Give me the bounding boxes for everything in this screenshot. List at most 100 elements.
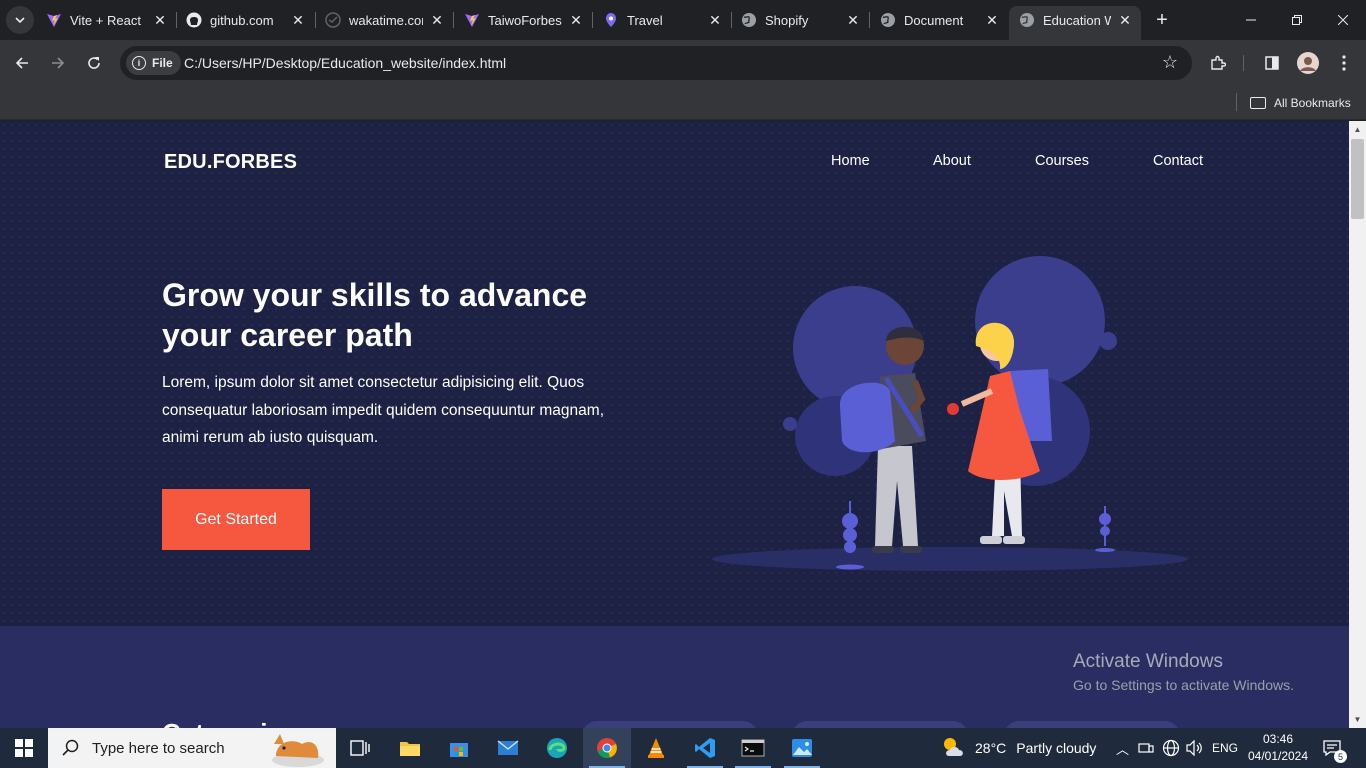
- restore-button[interactable]: [1274, 0, 1320, 40]
- tab-github[interactable]: github.com ✕: [186, 6, 306, 34]
- fox-search-highlight-icon: [272, 734, 324, 767]
- side-panel-button[interactable]: [1258, 49, 1286, 77]
- scrollbar-thumb[interactable]: [1351, 139, 1364, 219]
- address-bar[interactable]: i File C:/Users/HP/Desktop/Education_web…: [120, 46, 1192, 80]
- forward-button[interactable]: [44, 49, 72, 77]
- vite-icon: [46, 12, 62, 28]
- mail-icon: [497, 740, 519, 755]
- get-started-button[interactable]: Get Started: [162, 489, 310, 550]
- close-icon[interactable]: ✕: [1117, 12, 1133, 28]
- extensions-button[interactable]: [1204, 49, 1232, 77]
- chevron-down-icon: [15, 17, 25, 23]
- task-view-icon: [350, 740, 370, 756]
- tab-education-website[interactable]: Education W ✕: [1009, 6, 1141, 40]
- all-bookmarks-button[interactable]: All Bookmarks: [1250, 92, 1351, 114]
- profile-avatar[interactable]: [1294, 49, 1322, 77]
- avatar-icon: [1297, 52, 1319, 74]
- more-vertical-icon: [1342, 55, 1346, 71]
- students-illustration: [712, 256, 1188, 571]
- side-panel-icon: [1265, 56, 1279, 70]
- close-icon[interactable]: ✕: [984, 12, 1000, 28]
- weather-temp: 28°C: [975, 740, 1007, 756]
- section-heading: Categories: [162, 718, 296, 728]
- back-button[interactable]: [8, 49, 36, 77]
- site-info-chip[interactable]: i File: [126, 51, 181, 75]
- close-icon[interactable]: ✕: [568, 12, 584, 28]
- chrome-app[interactable]: [583, 728, 631, 768]
- close-icon[interactable]: ✕: [429, 12, 445, 28]
- tab-document[interactable]: Document ✕: [880, 6, 1000, 34]
- minimize-icon: [1246, 19, 1256, 21]
- terminal-icon: [741, 739, 765, 757]
- close-icon: [1338, 15, 1348, 25]
- bookmark-star-icon[interactable]: ☆: [1162, 52, 1178, 73]
- photos-icon: [792, 739, 812, 757]
- folder-icon: [1250, 97, 1266, 109]
- notifications-button[interactable]: 5: [1322, 728, 1347, 768]
- clock-date: 04/01/2024: [1247, 749, 1309, 763]
- search-icon: [62, 739, 79, 756]
- edge-icon: [547, 738, 567, 758]
- language-indicator[interactable]: ENG: [1212, 728, 1238, 768]
- site-info-label: File: [152, 56, 173, 70]
- info-icon: i: [132, 56, 146, 70]
- hero-description: Lorem, ipsum dolor sit amet consectetur …: [162, 374, 604, 446]
- new-tab-button[interactable]: +: [1150, 8, 1174, 32]
- edge-app[interactable]: [533, 728, 581, 768]
- watermark-title: Activate Windows: [1073, 651, 1223, 672]
- photos-app[interactable]: [778, 728, 826, 768]
- url-text[interactable]: C:/Users/HP/Desktop/Education_website/in…: [184, 55, 506, 71]
- system-clock[interactable]: 03:46 04/01/2024: [1244, 731, 1312, 765]
- scroll-down-icon[interactable]: ▼: [1353, 715, 1362, 724]
- tray-chevron-icon[interactable]: ︿: [1116, 728, 1129, 768]
- clock-time: 03:46: [1262, 732, 1294, 746]
- tab-travel[interactable]: Travel ✕: [603, 6, 723, 34]
- category-card[interactable]: [582, 721, 758, 728]
- tray-device-icon[interactable]: [1138, 728, 1154, 768]
- tab-shopify[interactable]: Shopify ✕: [741, 6, 861, 34]
- reload-button[interactable]: [80, 49, 108, 77]
- watermark-subtitle: Go to Settings to activate Windows.: [1073, 677, 1294, 693]
- nav-courses[interactable]: Courses: [1035, 153, 1089, 169]
- nav-about[interactable]: About: [933, 153, 971, 169]
- category-card[interactable]: [792, 721, 968, 728]
- scroll-up-icon[interactable]: ▲: [1353, 125, 1362, 134]
- volume-icon[interactable]: [1186, 728, 1204, 768]
- tab-search-button[interactable]: [6, 6, 34, 34]
- file-explorer-app[interactable]: [386, 728, 434, 768]
- notification-count-badge: 5: [1334, 750, 1347, 763]
- vscode-app[interactable]: [681, 728, 729, 768]
- close-icon[interactable]: ✕: [707, 12, 723, 28]
- chrome-menu-button[interactable]: [1330, 49, 1358, 77]
- weather-widget[interactable]: 28°C Partly cloudy: [941, 728, 1096, 768]
- tab-separator: [176, 12, 177, 28]
- reload-icon: [88, 57, 100, 69]
- tab-label: github.com: [210, 12, 274, 28]
- vlc-app[interactable]: [632, 728, 680, 768]
- category-card[interactable]: [1004, 721, 1180, 728]
- page-scrollbar[interactable]: ▲ ▼: [1349, 121, 1366, 728]
- mail-app[interactable]: [484, 728, 532, 768]
- tab-taiwoforbes[interactable]: TaiwoForbes ✕: [464, 6, 584, 34]
- nav-contact[interactable]: Contact: [1153, 153, 1203, 169]
- tab-label: Document: [904, 12, 964, 28]
- site-logo[interactable]: EDU.FORBES: [164, 151, 297, 174]
- bookmarks-bar: All Bookmarks: [0, 86, 1366, 120]
- microsoft-store-app[interactable]: [435, 728, 483, 768]
- close-icon[interactable]: ✕: [152, 12, 168, 28]
- tab-vite-react[interactable]: Vite + React ✕: [46, 6, 168, 34]
- partly-cloudy-icon: [944, 738, 963, 756]
- tab-wakatime[interactable]: wakatime.com ✕: [325, 6, 445, 34]
- nav-home[interactable]: Home: [831, 153, 870, 169]
- minimize-button[interactable]: [1228, 0, 1274, 40]
- terminal-app[interactable]: [729, 728, 777, 768]
- all-bookmarks-label: All Bookmarks: [1274, 96, 1351, 110]
- task-view-button[interactable]: [336, 728, 384, 768]
- close-icon[interactable]: ✕: [845, 12, 861, 28]
- close-icon[interactable]: ✕: [290, 12, 306, 28]
- network-globe-icon[interactable]: [1162, 728, 1180, 768]
- close-window-button[interactable]: [1320, 0, 1366, 40]
- hero-section: EDU.FORBES Home About Courses Contact Gr…: [0, 121, 1349, 626]
- taskbar-search-box[interactable]: Type here to search: [48, 728, 336, 768]
- start-button[interactable]: [0, 728, 48, 768]
